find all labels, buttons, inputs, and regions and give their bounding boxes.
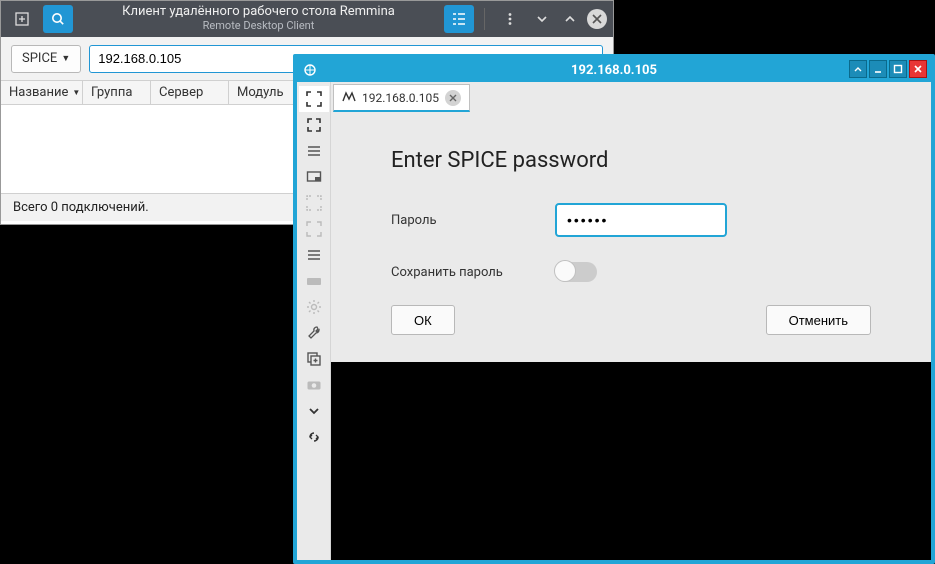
conn-title: 192.168.0.105 <box>297 63 931 78</box>
lines-1-icon[interactable] <box>299 138 329 164</box>
save-password-label: Сохранить пароль <box>391 265 555 280</box>
connection-window: 192.168.0.105 <box>293 54 935 564</box>
menu-button[interactable] <box>495 5 525 33</box>
col-group-label: Группа <box>91 85 132 100</box>
expand-icon[interactable] <box>299 112 329 138</box>
cancel-button[interactable]: Отменить <box>766 305 871 335</box>
wrench-icon[interactable] <box>299 320 329 346</box>
col-server[interactable]: Сервер <box>151 81 229 104</box>
tab-connection[interactable]: 192.168.0.105 <box>333 84 470 112</box>
col-name-label: Название <box>9 85 68 100</box>
main-titlebar: Клиент удалённого рабочего стола Remmina… <box>1 1 613 37</box>
ok-button[interactable]: ОК <box>391 305 455 335</box>
camera-icon <box>299 372 329 398</box>
col-module-label: Модуль <box>237 85 284 100</box>
password-label: Пароль <box>391 213 555 228</box>
close-button[interactable] <box>587 9 607 29</box>
sort-icon: ▼ <box>72 88 80 97</box>
maximize-button[interactable] <box>889 60 907 78</box>
conn-sidebar <box>297 82 331 560</box>
app-icon <box>301 61 319 79</box>
chevron-down-icon[interactable] <box>531 8 553 30</box>
protocol-selector[interactable]: SPICE ▼ <box>11 45 81 73</box>
new-conn-button[interactable] <box>7 5 37 33</box>
minimize-button[interactable] <box>869 60 887 78</box>
protocol-label: SPICE <box>22 51 57 66</box>
close-button[interactable] <box>909 60 927 78</box>
switch-knob <box>554 260 576 282</box>
disconnect-icon[interactable] <box>299 424 329 450</box>
remote-display-area[interactable] <box>331 362 931 560</box>
view-mode-button[interactable] <box>444 5 474 33</box>
lines-2-icon[interactable] <box>299 242 329 268</box>
screen-icon[interactable] <box>299 164 329 190</box>
search-button[interactable] <box>43 5 73 33</box>
col-name[interactable]: Название ▼ <box>1 81 83 104</box>
col-server-label: Сервер <box>159 85 203 100</box>
gear-icon <box>299 294 329 320</box>
tab-label: 192.168.0.105 <box>362 91 439 105</box>
chevron-down-icon[interactable] <box>299 398 329 424</box>
fullscreen-corners-icon[interactable] <box>299 86 329 112</box>
tab-strip: 192.168.0.105 <box>331 82 931 112</box>
connection-icon <box>342 90 356 105</box>
roll-up-button[interactable] <box>849 60 867 78</box>
col-group[interactable]: Группа <box>83 81 151 104</box>
main-subtitle: Remote Desktop Client <box>79 20 438 33</box>
scale-1-icon <box>299 190 329 216</box>
password-dialog: Enter SPICE password Пароль Сохранить па… <box>331 112 931 362</box>
main-title: Клиент удалённого рабочего стола Remmina <box>79 5 438 20</box>
dropdown-icon: ▼ <box>61 53 70 64</box>
separator <box>484 8 485 30</box>
tab-close-button[interactable] <box>445 90 461 106</box>
save-password-toggle[interactable] <box>555 262 597 282</box>
password-input[interactable] <box>555 203 727 237</box>
dialog-heading: Enter SPICE password <box>391 148 871 173</box>
scale-2-icon <box>299 216 329 242</box>
duplicate-icon[interactable] <box>299 346 329 372</box>
conn-titlebar[interactable]: 192.168.0.105 <box>297 58 931 82</box>
status-text: Всего 0 подключений. <box>13 200 149 215</box>
chevron-up-icon[interactable] <box>559 8 581 30</box>
keyboard-icon <box>299 268 329 294</box>
